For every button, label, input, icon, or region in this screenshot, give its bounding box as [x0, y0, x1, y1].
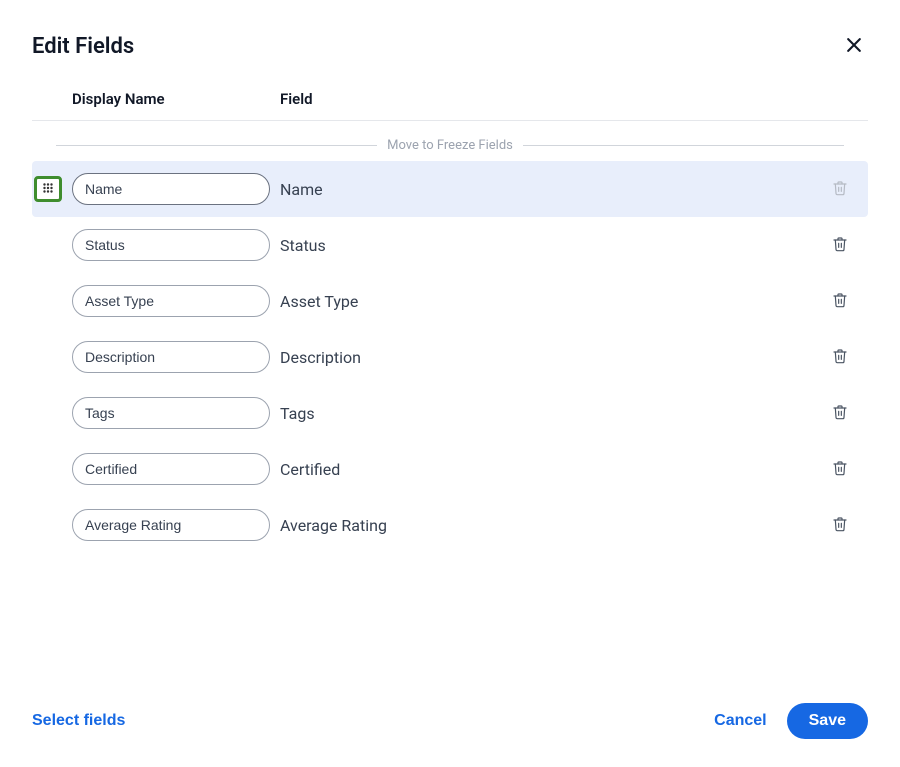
edit-fields-modal: Edit Fields Display Name Field Move to F… [0, 0, 900, 767]
save-button[interactable]: Save [787, 703, 868, 739]
field-row: Average Rating [32, 497, 868, 553]
modal-content: Display Name Field Move to Freeze Fields… [0, 72, 900, 553]
field-label: Certified [280, 460, 826, 479]
freeze-divider-label: Move to Freeze Fields [377, 138, 523, 153]
display-name-input[interactable] [72, 341, 270, 373]
cancel-button[interactable]: Cancel [710, 704, 770, 738]
trash-icon [832, 403, 848, 424]
close-icon [844, 35, 864, 58]
display-name-input[interactable] [72, 229, 270, 261]
display-name-input[interactable] [72, 173, 270, 205]
field-row: Name [32, 161, 868, 217]
column-headers: Display Name Field [32, 72, 868, 121]
delete-row-button[interactable] [826, 399, 854, 427]
field-label: Average Rating [280, 516, 826, 535]
field-label: Tags [280, 404, 826, 423]
trash-icon [832, 291, 848, 312]
delete-row-button[interactable] [826, 455, 854, 483]
modal-title: Edit Fields [32, 34, 134, 59]
display-name-input[interactable] [72, 509, 270, 541]
display-name-input[interactable] [72, 285, 270, 317]
delete-row-button[interactable] [826, 231, 854, 259]
field-label: Status [280, 236, 826, 255]
modal-footer: Select fields Cancel Save [0, 695, 900, 767]
field-label: Asset Type [280, 292, 826, 311]
footer-actions: Cancel Save [710, 703, 868, 739]
trash-icon [832, 459, 848, 480]
display-name-input[interactable] [72, 453, 270, 485]
drag-handle[interactable] [34, 176, 62, 202]
modal-header: Edit Fields [0, 0, 900, 72]
trash-icon [832, 347, 848, 368]
delete-row-button[interactable] [826, 511, 854, 539]
column-header-field: Field [280, 90, 860, 108]
field-label: Name [280, 180, 826, 199]
delete-row-button[interactable] [826, 287, 854, 315]
trash-icon [832, 235, 848, 256]
delete-row-button [826, 175, 854, 203]
field-row: Asset Type [32, 273, 868, 329]
field-label: Description [280, 348, 826, 367]
field-row: Tags [32, 385, 868, 441]
field-row: Certified [32, 441, 868, 497]
freeze-divider: Move to Freeze Fields [56, 135, 844, 155]
field-rows: Name Status Asset Type Description Tags Certi… [32, 161, 868, 553]
close-button[interactable] [840, 32, 868, 60]
drag-handle-icon [41, 180, 55, 199]
drag-slot [32, 176, 72, 202]
column-header-display-name: Display Name [72, 90, 280, 108]
delete-row-button[interactable] [826, 343, 854, 371]
display-name-input[interactable] [72, 397, 270, 429]
trash-icon [832, 179, 848, 200]
select-fields-button[interactable]: Select fields [32, 706, 125, 736]
field-row: Description [32, 329, 868, 385]
trash-icon [832, 515, 848, 536]
field-row: Status [32, 217, 868, 273]
